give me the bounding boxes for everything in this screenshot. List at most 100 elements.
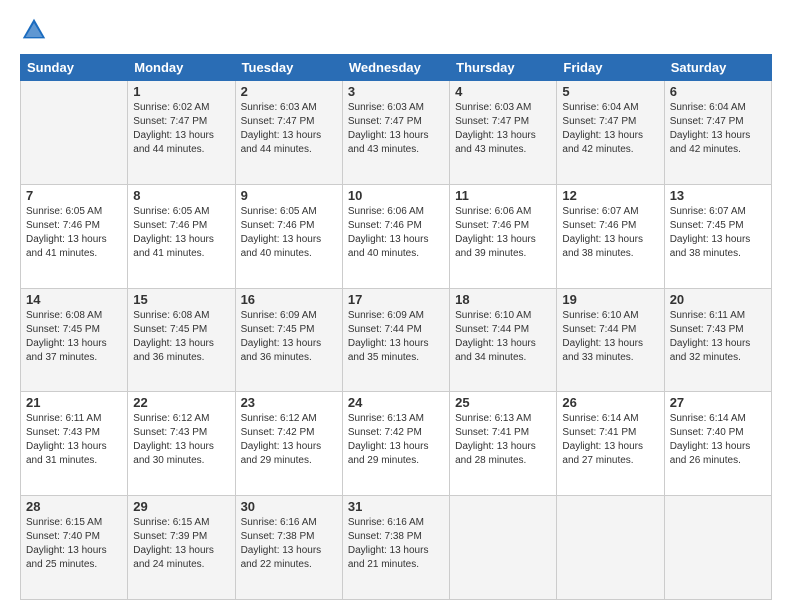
calendar-cell: 18 Sunrise: 6:10 AMSunset: 7:44 PMDayligh… (450, 288, 557, 392)
col-header-monday: Monday (128, 55, 235, 81)
day-number: 3 (348, 84, 444, 99)
day-number: 16 (241, 292, 337, 307)
day-info: Sunrise: 6:06 AMSunset: 7:46 PMDaylight:… (455, 205, 551, 261)
day-info: Sunrise: 6:09 AMSunset: 7:45 PMDaylight:… (241, 309, 337, 365)
col-header-saturday: Saturday (664, 55, 771, 81)
day-number: 31 (348, 499, 444, 514)
calendar-cell: 10Sunrise: 6:06 AMSunset: 7:46 PMDayligh… (342, 184, 449, 288)
day-info: Sunrise: 6:16 AMSunset: 7:38 PMDaylight:… (348, 516, 444, 572)
day-info: Sunrise: 6:03 AMSunset: 7:47 PMDaylight:… (455, 101, 551, 157)
day-number: 25 (455, 395, 551, 410)
calendar-cell: 1Sunrise: 6:02 AMSunset: 7:47 PMDaylight… (128, 81, 235, 185)
calendar-cell: 28 Sunrise: 6:15 AMSunset: 7:40 PMDayligh… (21, 496, 128, 600)
day-number: 12 (562, 188, 658, 203)
calendar-week-1: 1Sunrise: 6:02 AMSunset: 7:47 PMDaylight… (21, 81, 772, 185)
calendar-week-3: 14Sunrise: 6:08 AMSunset: 7:45 PMDayligh… (21, 288, 772, 392)
col-header-friday: Friday (557, 55, 664, 81)
day-number: 2 (241, 84, 337, 99)
calendar-cell: 24 Sunrise: 6:13 AMSunset: 7:42 PMDayligh… (342, 392, 449, 496)
page: SundayMondayTuesdayWednesdayThursdayFrid… (0, 0, 792, 612)
calendar-cell: 30 Sunrise: 6:16 AMSunset: 7:38 PMDayligh… (235, 496, 342, 600)
calendar-cell: 2 Sunrise: 6:03 AMSunset: 7:47 PMDaylight… (235, 81, 342, 185)
day-info: Sunrise: 6:15 AMSunset: 7:39 PMDaylight:… (133, 516, 229, 572)
logo-icon (20, 16, 48, 44)
calendar-table: SundayMondayTuesdayWednesdayThursdayFrid… (20, 54, 772, 600)
day-info: Sunrise: 6:14 AMSunset: 7:40 PMDaylight:… (670, 412, 766, 468)
calendar-cell (557, 496, 664, 600)
calendar-cell (450, 496, 557, 600)
day-info: Sunrise: 6:07 AMSunset: 7:46 PMDaylight:… (562, 205, 658, 261)
day-info: Sunrise: 6:10 AMSunset: 7:44 PMDaylight:… (562, 309, 658, 365)
calendar-week-2: 7 Sunrise: 6:05 AMSunset: 7:46 PMDaylight… (21, 184, 772, 288)
day-number: 5 (562, 84, 658, 99)
calendar-cell: 27 Sunrise: 6:14 AMSunset: 7:40 PMDayligh… (664, 392, 771, 496)
calendar-cell: 21 Sunrise: 6:11 AMSunset: 7:43 PMDayligh… (21, 392, 128, 496)
col-header-thursday: Thursday (450, 55, 557, 81)
day-number: 15 (133, 292, 229, 307)
day-info: Sunrise: 6:16 AMSunset: 7:38 PMDaylight:… (241, 516, 337, 572)
day-info: Sunrise: 6:06 AMSunset: 7:46 PMDaylight:… (348, 205, 444, 261)
calendar-cell: 22 Sunrise: 6:12 AMSunset: 7:43 PMDayligh… (128, 392, 235, 496)
day-number: 29 (133, 499, 229, 514)
calendar-cell: 31 Sunrise: 6:16 AMSunset: 7:38 PMDayligh… (342, 496, 449, 600)
day-number: 24 (348, 395, 444, 410)
calendar-cell: 25 Sunrise: 6:13 AMSunset: 7:41 PMDayligh… (450, 392, 557, 496)
calendar-cell: 5Sunrise: 6:04 AMSunset: 7:47 PMDaylight… (557, 81, 664, 185)
calendar-cell (664, 496, 771, 600)
day-info: Sunrise: 6:11 AMSunset: 7:43 PMDaylight:… (670, 309, 766, 365)
calendar-cell: 16 Sunrise: 6:09 AMSunset: 7:45 PMDayligh… (235, 288, 342, 392)
day-info: Sunrise: 6:05 AMSunset: 7:46 PMDaylight:… (133, 205, 229, 261)
calendar-cell: 19 Sunrise: 6:10 AMSunset: 7:44 PMDayligh… (557, 288, 664, 392)
col-header-tuesday: Tuesday (235, 55, 342, 81)
calendar-cell: 6Sunrise: 6:04 AMSunset: 7:47 PMDaylight… (664, 81, 771, 185)
day-number: 9 (241, 188, 337, 203)
calendar-cell: 17Sunrise: 6:09 AMSunset: 7:44 PMDayligh… (342, 288, 449, 392)
day-info: Sunrise: 6:07 AMSunset: 7:45 PMDaylight:… (670, 205, 766, 261)
day-info: Sunrise: 6:03 AMSunset: 7:47 PMDaylight:… (348, 101, 444, 157)
day-number: 28 (26, 499, 122, 514)
day-info: Sunrise: 6:05 AMSunset: 7:46 PMDaylight:… (26, 205, 122, 261)
day-info: Sunrise: 6:10 AMSunset: 7:44 PMDaylight:… (455, 309, 551, 365)
calendar-week-5: 28 Sunrise: 6:15 AMSunset: 7:40 PMDayligh… (21, 496, 772, 600)
day-number: 14 (26, 292, 122, 307)
calendar-cell: 13 Sunrise: 6:07 AMSunset: 7:45 PMDayligh… (664, 184, 771, 288)
day-number: 8 (133, 188, 229, 203)
day-number: 19 (562, 292, 658, 307)
day-info: Sunrise: 6:12 AMSunset: 7:43 PMDaylight:… (133, 412, 229, 468)
day-number: 18 (455, 292, 551, 307)
day-info: Sunrise: 6:05 AMSunset: 7:46 PMDaylight:… (241, 205, 337, 261)
day-number: 23 (241, 395, 337, 410)
day-info: Sunrise: 6:13 AMSunset: 7:42 PMDaylight:… (348, 412, 444, 468)
day-info: Sunrise: 6:03 AMSunset: 7:47 PMDaylight:… (241, 101, 337, 157)
calendar-cell: 7 Sunrise: 6:05 AMSunset: 7:46 PMDaylight… (21, 184, 128, 288)
day-info: Sunrise: 6:11 AMSunset: 7:43 PMDaylight:… (26, 412, 122, 468)
day-number: 30 (241, 499, 337, 514)
day-info: Sunrise: 6:13 AMSunset: 7:41 PMDaylight:… (455, 412, 551, 468)
day-number: 11 (455, 188, 551, 203)
col-header-sunday: Sunday (21, 55, 128, 81)
day-number: 1 (133, 84, 229, 99)
day-number: 27 (670, 395, 766, 410)
day-number: 21 (26, 395, 122, 410)
day-number: 20 (670, 292, 766, 307)
day-number: 7 (26, 188, 122, 203)
day-number: 22 (133, 395, 229, 410)
calendar-cell: 4Sunrise: 6:03 AMSunset: 7:47 PMDaylight… (450, 81, 557, 185)
calendar-cell: 20 Sunrise: 6:11 AMSunset: 7:43 PMDayligh… (664, 288, 771, 392)
day-number: 13 (670, 188, 766, 203)
calendar-cell: 26Sunrise: 6:14 AMSunset: 7:41 PMDayligh… (557, 392, 664, 496)
calendar-cell: 11 Sunrise: 6:06 AMSunset: 7:46 PMDayligh… (450, 184, 557, 288)
calendar-cell: 14Sunrise: 6:08 AMSunset: 7:45 PMDayligh… (21, 288, 128, 392)
calendar-week-4: 21 Sunrise: 6:11 AMSunset: 7:43 PMDayligh… (21, 392, 772, 496)
calendar-cell: 15Sunrise: 6:08 AMSunset: 7:45 PMDayligh… (128, 288, 235, 392)
calendar-cell (21, 81, 128, 185)
day-number: 17 (348, 292, 444, 307)
col-header-wednesday: Wednesday (342, 55, 449, 81)
day-info: Sunrise: 6:12 AMSunset: 7:42 PMDaylight:… (241, 412, 337, 468)
day-number: 26 (562, 395, 658, 410)
header (20, 16, 772, 44)
day-info: Sunrise: 6:15 AMSunset: 7:40 PMDaylight:… (26, 516, 122, 572)
day-info: Sunrise: 6:04 AMSunset: 7:47 PMDaylight:… (670, 101, 766, 157)
calendar-cell: 8 Sunrise: 6:05 AMSunset: 7:46 PMDaylight… (128, 184, 235, 288)
calendar-cell: 3 Sunrise: 6:03 AMSunset: 7:47 PMDaylight… (342, 81, 449, 185)
